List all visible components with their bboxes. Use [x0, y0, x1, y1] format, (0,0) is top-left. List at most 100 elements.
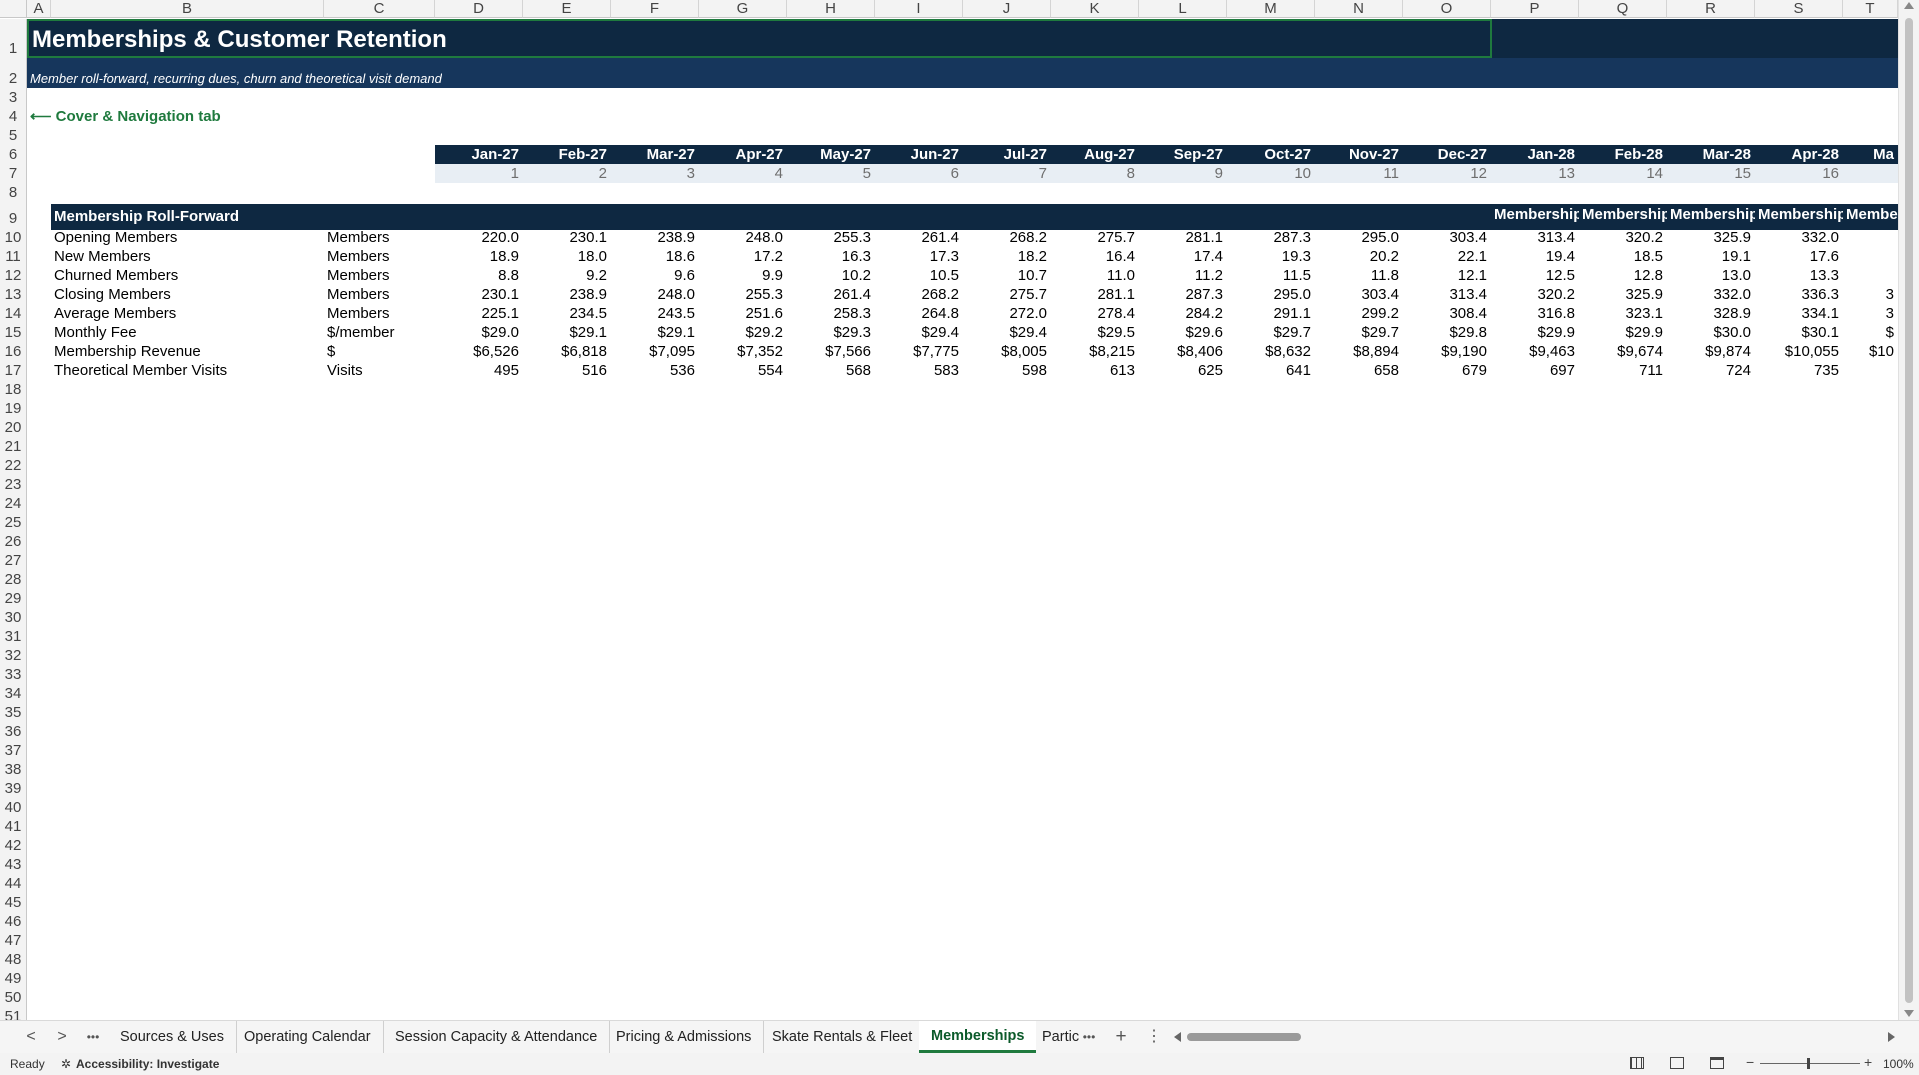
table-cell[interactable]: 316.8	[1491, 304, 1579, 323]
tab-prev-icon[interactable]: <	[20, 1021, 42, 1053]
table-cell[interactable]: 536	[611, 361, 699, 380]
row-header[interactable]: 16	[0, 342, 27, 361]
select-all-corner[interactable]	[0, 0, 27, 18]
table-cell[interactable]: 3	[1843, 304, 1898, 323]
table-cell[interactable]: $29.0	[435, 323, 523, 342]
table-cell[interactable]: 711	[1579, 361, 1667, 380]
table-cell[interactable]: 19.4	[1491, 247, 1579, 266]
row-header[interactable]: 44	[0, 874, 27, 893]
row-header[interactable]: 5	[0, 126, 27, 145]
table-cell[interactable]: $29.9	[1491, 323, 1579, 342]
row-header[interactable]: 50	[0, 988, 27, 1007]
table-cell[interactable]: 17.3	[875, 247, 963, 266]
table-cell[interactable]: 18.2	[963, 247, 1051, 266]
table-cell[interactable]: 325.9	[1579, 285, 1667, 304]
row-header[interactable]: 27	[0, 551, 27, 570]
zoom-slider-thumb[interactable]	[1807, 1058, 1810, 1069]
table-cell[interactable]: 295.0	[1315, 228, 1403, 247]
table-cell[interactable]: 10.5	[875, 266, 963, 285]
column-header[interactable]: C	[324, 0, 435, 18]
table-cell[interactable]: $6,818	[523, 342, 611, 361]
table-cell[interactable]: 275.7	[1051, 228, 1139, 247]
row-header[interactable]: 36	[0, 722, 27, 741]
table-cell[interactable]: 13.3	[1755, 266, 1843, 285]
scroll-up-icon[interactable]	[1904, 2, 1914, 9]
table-cell[interactable]: 264.8	[875, 304, 963, 323]
table-cell[interactable]: 255.3	[787, 228, 875, 247]
table-cell[interactable]: $9,874	[1667, 342, 1755, 361]
vertical-scrollbar[interactable]	[1898, 0, 1919, 1020]
table-cell[interactable]: $6,526	[435, 342, 523, 361]
table-cell[interactable]: 230.1	[435, 285, 523, 304]
table-cell[interactable]: 234.5	[523, 304, 611, 323]
row-header[interactable]: 17	[0, 361, 27, 380]
tab-more-left-icon[interactable]: •••	[82, 1021, 104, 1053]
table-cell[interactable]: 516	[523, 361, 611, 380]
row-header[interactable]: 4	[0, 107, 27, 126]
table-cell[interactable]: 641	[1227, 361, 1315, 380]
table-cell[interactable]: 284.2	[1139, 304, 1227, 323]
add-sheet-icon[interactable]: +	[1110, 1021, 1132, 1053]
table-cell[interactable]: 13.0	[1667, 266, 1755, 285]
table-cell[interactable]: 255.3	[699, 285, 787, 304]
table-cell[interactable]: $30.1	[1755, 323, 1843, 342]
table-cell[interactable]: 18.9	[435, 247, 523, 266]
table-cell[interactable]: 230.1	[523, 228, 611, 247]
column-header[interactable]: P	[1491, 0, 1579, 18]
table-cell[interactable]: $29.4	[875, 323, 963, 342]
table-cell[interactable]: $7,352	[699, 342, 787, 361]
table-cell[interactable]: $29.4	[963, 323, 1051, 342]
table-cell[interactable]: 8.8	[435, 266, 523, 285]
table-cell[interactable]: 724	[1667, 361, 1755, 380]
cover-navigation-link[interactable]: ⟵ Cover & Navigation tab	[30, 107, 221, 127]
row-header[interactable]: 18	[0, 380, 27, 399]
row-header[interactable]: 15	[0, 323, 27, 342]
column-header[interactable]: I	[875, 0, 963, 18]
column-header[interactable]: F	[611, 0, 699, 18]
table-cell[interactable]: 9.6	[611, 266, 699, 285]
table-cell[interactable]: 554	[699, 361, 787, 380]
row-header[interactable]: 6	[0, 145, 27, 164]
table-cell[interactable]: $29.7	[1315, 323, 1403, 342]
table-cell[interactable]: 287.3	[1227, 228, 1315, 247]
row-header[interactable]: 32	[0, 646, 27, 665]
table-cell[interactable]: 12.5	[1491, 266, 1579, 285]
row-header[interactable]: 10	[0, 228, 27, 247]
table-cell[interactable]: 12.1	[1403, 266, 1491, 285]
tab-memberships[interactable]: Memberships	[919, 1021, 1037, 1053]
table-cell[interactable]: 16.3	[787, 247, 875, 266]
table-cell[interactable]: $29.6	[1139, 323, 1227, 342]
table-cell[interactable]: 583	[875, 361, 963, 380]
row-header[interactable]: 24	[0, 494, 27, 513]
table-cell[interactable]: 10.2	[787, 266, 875, 285]
table-cell[interactable]: $29.3	[787, 323, 875, 342]
row-header[interactable]: 31	[0, 627, 27, 646]
table-cell[interactable]: 11.0	[1051, 266, 1139, 285]
table-cell[interactable]: 220.0	[435, 228, 523, 247]
table-cell[interactable]: $29.1	[611, 323, 699, 342]
table-cell[interactable]: 658	[1315, 361, 1403, 380]
row-header[interactable]: 22	[0, 456, 27, 475]
table-cell[interactable]: 3	[1843, 285, 1898, 304]
sheet-options-icon[interactable]: ⋮	[1143, 1021, 1165, 1053]
table-cell[interactable]: 287.3	[1139, 285, 1227, 304]
row-header[interactable]: 19	[0, 399, 27, 418]
table-cell[interactable]: 12.8	[1579, 266, 1667, 285]
table-cell[interactable]: $8,215	[1051, 342, 1139, 361]
column-header[interactable]: A	[27, 0, 51, 18]
column-header[interactable]: E	[523, 0, 611, 18]
horizontal-scrollbar-thumb[interactable]	[1187, 1033, 1301, 1041]
spreadsheet-grid[interactable]: ABCDEFGHIJKLMNOPQRST 1 2 3 4 5 6 7 8 9 10 11 12 13 14…	[0, 0, 1898, 1020]
row-header[interactable]: 11	[0, 247, 27, 266]
accessibility-status[interactable]: Accessibility: Investigate	[76, 1055, 219, 1074]
table-cell[interactable]: 11.2	[1139, 266, 1227, 285]
table-cell[interactable]: 495	[435, 361, 523, 380]
table-cell[interactable]: 328.9	[1667, 304, 1755, 323]
table-cell[interactable]: 11.5	[1227, 266, 1315, 285]
table-cell[interactable]: $8,894	[1315, 342, 1403, 361]
table-cell[interactable]: 19.1	[1667, 247, 1755, 266]
table-cell[interactable]: $29.5	[1051, 323, 1139, 342]
zoom-level[interactable]: 100%	[1883, 1055, 1914, 1074]
table-cell[interactable]: $10,055	[1755, 342, 1843, 361]
zoom-out-icon[interactable]: −	[1746, 1054, 1754, 1070]
